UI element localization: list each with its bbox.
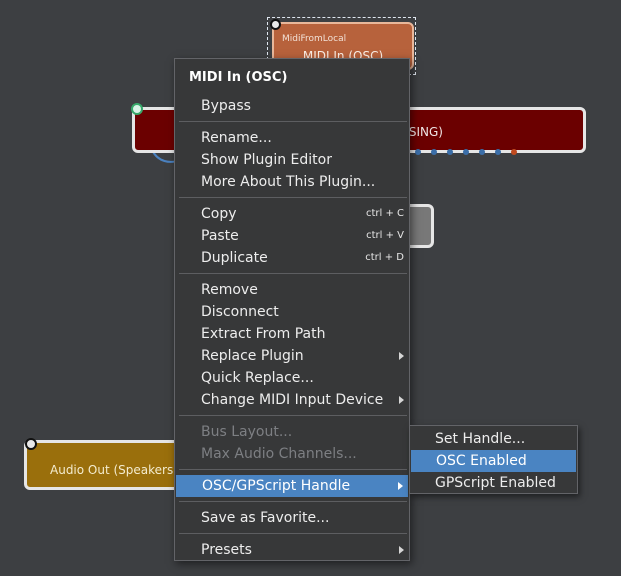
menu-separator bbox=[179, 197, 407, 198]
menu-item-label: Copy bbox=[201, 206, 237, 222]
menu-separator bbox=[179, 415, 407, 416]
menu-item-extract-from-path[interactable]: Extract From Path bbox=[175, 323, 409, 345]
shortcut-label: ctrl + C bbox=[365, 208, 404, 219]
menu-item-replace-plugin[interactable]: Replace Plugin bbox=[175, 345, 409, 367]
menu-item-bus-layout: Bus Layout... bbox=[201, 424, 293, 440]
submenu-arrow-icon bbox=[398, 482, 403, 490]
submenu-arrow-icon bbox=[399, 396, 404, 404]
menu-item-presets[interactable]: Presets bbox=[175, 539, 409, 561]
menu-item-label: OSC/GPScript Handle bbox=[202, 478, 351, 494]
menu-separator bbox=[179, 121, 407, 122]
menu-item-label: Paste bbox=[201, 228, 239, 244]
menu-item-more-about[interactable]: More About This Plugin... bbox=[175, 171, 409, 193]
menu-item-duplicate[interactable]: Duplicate ctrl + D bbox=[175, 247, 409, 269]
audio-pin-icon[interactable] bbox=[25, 438, 37, 450]
node-subtitle: MidiFromLocal bbox=[282, 34, 347, 44]
menu-item-copy[interactable]: Copy ctrl + C bbox=[175, 203, 409, 225]
midi-input-pin-icon[interactable] bbox=[131, 103, 143, 115]
node-label: Audio Out (Speakers bbox=[50, 463, 174, 477]
menu-item-max-audio-channels: Max Audio Channels... bbox=[201, 446, 357, 462]
menu-item-label: Presets bbox=[201, 542, 252, 558]
osc-gpscript-submenu: Set Handle... OSC Enabled GPScript Enabl… bbox=[409, 425, 578, 494]
menu-item-bypass[interactable]: Bypass bbox=[175, 95, 409, 117]
menu-item-label: Duplicate bbox=[201, 250, 268, 266]
shortcut-label: ctrl + D bbox=[365, 252, 404, 263]
submenu-item-set-handle[interactable]: Set Handle... bbox=[410, 428, 577, 450]
menu-item-label: Replace Plugin bbox=[201, 348, 304, 364]
menu-separator bbox=[179, 273, 407, 274]
menu-item-change-midi-input[interactable]: Change MIDI Input Device bbox=[175, 389, 409, 411]
submenu-arrow-icon bbox=[399, 352, 404, 360]
context-menu: MIDI In (OSC) Bypass Rename... Show Plug… bbox=[174, 58, 410, 561]
menu-separator bbox=[179, 469, 407, 470]
submenu-arrow-icon bbox=[399, 546, 404, 554]
menu-item-paste[interactable]: Paste ctrl + V bbox=[175, 225, 409, 247]
menu-item-quick-replace[interactable]: Quick Replace... bbox=[175, 367, 409, 389]
submenu-item-osc-enabled[interactable]: OSC Enabled bbox=[411, 450, 576, 472]
menu-item-label: Change MIDI Input Device bbox=[201, 392, 384, 408]
menu-item-save-as-favorite[interactable]: Save as Favorite... bbox=[175, 507, 409, 529]
menu-separator bbox=[179, 501, 407, 502]
menu-item-show-plugin-editor[interactable]: Show Plugin Editor bbox=[175, 149, 409, 171]
menu-title: MIDI In (OSC) bbox=[189, 70, 288, 85]
menu-item-rename[interactable]: Rename... bbox=[175, 127, 409, 149]
menu-item-osc-gpscript-handle[interactable]: OSC/GPScript Handle bbox=[176, 475, 408, 497]
node-label: SING) bbox=[408, 125, 443, 139]
menu-separator bbox=[179, 533, 407, 534]
menu-item-remove[interactable]: Remove bbox=[175, 279, 409, 301]
audio-out-node[interactable]: Audio Out (Speakers bbox=[24, 440, 184, 490]
submenu-item-gpscript-enabled[interactable]: GPScript Enabled bbox=[410, 472, 577, 494]
menu-item-disconnect[interactable]: Disconnect bbox=[175, 301, 409, 323]
midi-pin-icon[interactable] bbox=[270, 19, 281, 30]
shortcut-label: ctrl + V bbox=[366, 230, 404, 241]
